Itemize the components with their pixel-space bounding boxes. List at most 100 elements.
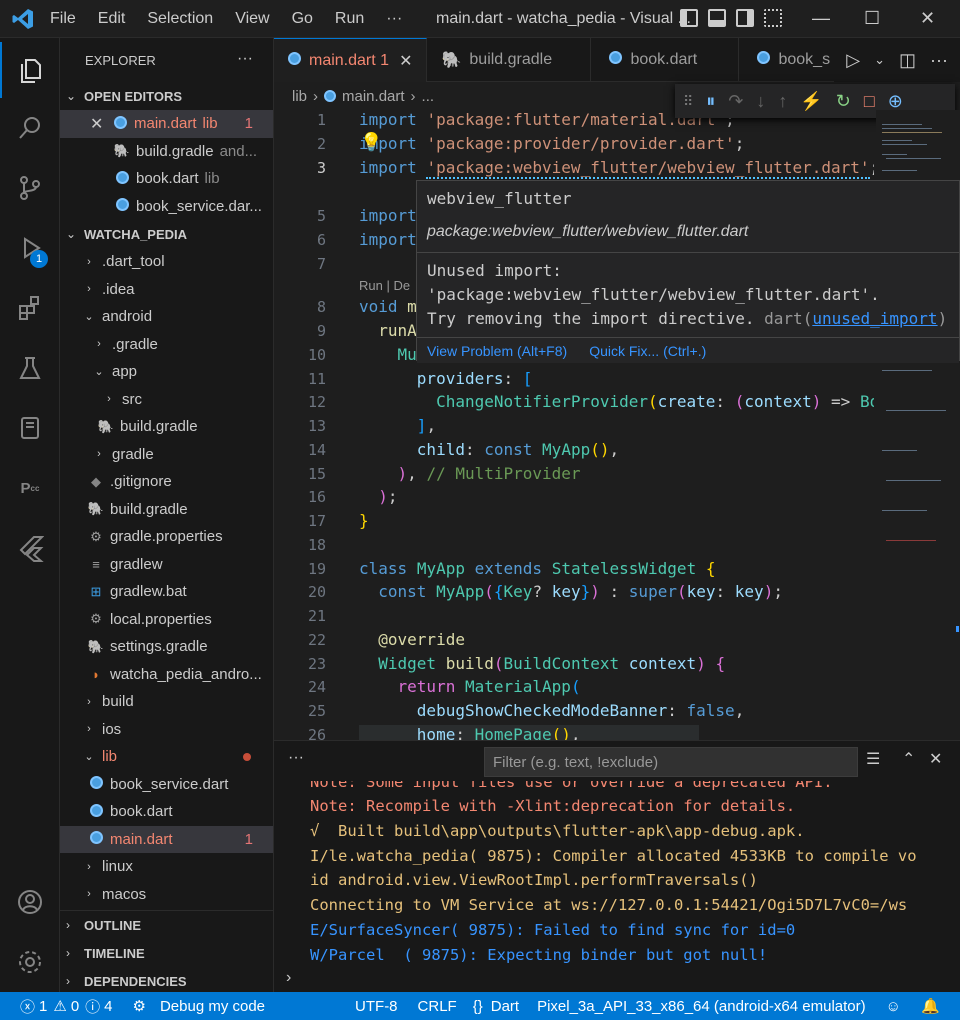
error-icon[interactable]: ⓧ (20, 996, 35, 1017)
tree-item[interactable]: › ios (60, 716, 273, 744)
debug-launch-icon[interactable]: ⚙ (133, 997, 146, 1015)
word-wrap-icon[interactable]: ☰ (866, 749, 880, 769)
toggle-secondary-sidebar-icon[interactable] (736, 9, 754, 27)
run-icon[interactable]: ▷ (846, 50, 860, 71)
menu-selection[interactable]: Selection (147, 10, 213, 28)
language-mode[interactable]: Dart (491, 998, 519, 1015)
panel-more-icon[interactable]: ··· (288, 749, 304, 767)
tree-item[interactable]: › .gradle (60, 331, 273, 359)
open-editor-build-gradle[interactable]: 🐘 build.gradle and... (60, 138, 273, 166)
more-actions-icon[interactable]: ··· (930, 50, 948, 71)
tree-item[interactable]: ◗ watcha_pedia_andro... (60, 661, 273, 689)
toggle-sidebar-icon[interactable] (680, 9, 698, 27)
flutter-icon[interactable] (0, 520, 60, 576)
source-control-icon[interactable] (0, 160, 60, 216)
timeline-section[interactable]: › TIMELINE (60, 939, 273, 967)
tree-item[interactable]: › macos (60, 881, 273, 909)
error-count[interactable]: 1 (39, 998, 47, 1015)
menu-view[interactable]: View (235, 10, 269, 28)
unused-import-link[interactable]: unused_import (812, 309, 937, 328)
tab-build-gradle[interactable]: 🐘 build.gradle (427, 38, 592, 82)
testing-icon[interactable] (0, 340, 60, 396)
close-panel-icon[interactable]: ✕ (929, 749, 942, 769)
tree-item[interactable]: book.dart (60, 798, 273, 826)
menu-file[interactable]: File (50, 10, 76, 28)
tree-item[interactable]: 🐘 build.gradle (60, 496, 273, 524)
open-editors-section[interactable]: ⌄ OPEN EDITORS (60, 82, 273, 110)
tab-main-dart[interactable]: main.dart 1 ✕ (274, 38, 428, 82)
outline-section[interactable]: › OUTLINE (60, 911, 273, 939)
minimize-icon[interactable]: — (812, 8, 830, 29)
encoding[interactable]: UTF-8 (355, 998, 398, 1015)
restart-icon[interactable]: ↻ (836, 91, 851, 112)
close-editor-icon[interactable]: ✕ (90, 114, 110, 134)
tree-item[interactable]: ⌄ lib (60, 743, 273, 771)
tree-item[interactable]: ⌄ android (60, 303, 273, 331)
customize-layout-icon[interactable] (764, 9, 782, 27)
tree-item[interactable]: ⊞ gradlew.bat (60, 578, 273, 606)
tree-item[interactable]: ⚙ local.properties (60, 606, 273, 634)
open-editor-book-dart[interactable]: book.dart lib (60, 165, 273, 193)
info-icon[interactable]: ⓘ (85, 996, 100, 1017)
split-editor-icon[interactable]: ◫ (899, 50, 916, 71)
remote-explorer-icon[interactable] (0, 400, 60, 456)
tree-item[interactable]: › build (60, 688, 273, 716)
pubspec-assist-icon[interactable]: Pcc (0, 460, 60, 516)
open-editor-main-dart[interactable]: ✕ main.dart lib 1 (60, 110, 273, 138)
codelens-run[interactable]: Run | De (359, 278, 410, 293)
info-count[interactable]: 4 (104, 998, 112, 1015)
settings-gear-icon[interactable] (0, 934, 60, 990)
maximize-icon[interactable]: ☐ (864, 8, 880, 29)
menu-more[interactable]: ··· (386, 10, 402, 28)
tree-item[interactable]: › gradle (60, 441, 273, 469)
open-editor-book-service[interactable]: book_service.dar... (60, 193, 273, 221)
debug-config[interactable]: Debug my code (160, 998, 265, 1015)
menu-edit[interactable]: Edit (98, 10, 126, 28)
tree-item[interactable]: › .dart_tool (60, 248, 273, 276)
explorer-icon[interactable] (0, 42, 60, 98)
pause-icon[interactable]: ⏸ (706, 91, 715, 112)
explorer-more-icon[interactable]: ··· (237, 50, 253, 68)
breadcrumb-symbol[interactable]: ... (422, 88, 435, 105)
tree-item[interactable]: › .idea (60, 276, 273, 304)
console-prompt-icon[interactable]: › (286, 969, 291, 987)
menu-run[interactable]: Run (335, 10, 364, 28)
chevron-up-icon[interactable]: ⌃ (902, 749, 915, 769)
tree-item[interactable]: ⚙ gradle.properties (60, 523, 273, 551)
tree-item[interactable]: ◆ .gitignore (60, 468, 273, 496)
project-section[interactable]: ⌄ WATCHA_PEDIA (60, 220, 273, 248)
tab-book-service[interactable]: book_s (739, 38, 846, 82)
hot-reload-icon[interactable]: ⚡ (800, 91, 822, 112)
step-out-icon[interactable]: ↑ (778, 91, 787, 112)
menu-go[interactable]: Go (292, 10, 313, 28)
tab-book-dart[interactable]: book.dart (591, 38, 740, 82)
end-of-line[interactable]: CRLF (418, 998, 457, 1015)
quick-fix-link[interactable]: Quick Fix... (Ctrl+.) (589, 343, 706, 359)
run-dropdown-chevron-icon[interactable]: ⌄ (874, 52, 885, 68)
devtools-search-icon[interactable]: ⊕ (888, 91, 903, 112)
warning-icon[interactable]: ⚠ (53, 997, 66, 1015)
feedback-icon[interactable]: ☺ (886, 998, 901, 1015)
warning-count[interactable]: 0 (71, 998, 79, 1015)
dependencies-section[interactable]: › DEPENDENCIES (60, 967, 273, 992)
search-icon[interactable] (0, 100, 60, 156)
step-into-icon[interactable]: ↓ (756, 91, 765, 112)
tree-item[interactable]: › src (60, 386, 273, 414)
notifications-bell-icon[interactable]: 🔔 (921, 997, 940, 1015)
tree-item[interactable]: › linux (60, 853, 273, 881)
lightbulb-icon[interactable]: 💡 (360, 132, 382, 153)
close-tab-icon[interactable]: ✕ (399, 51, 412, 71)
tree-item[interactable]: ≡ gradlew (60, 551, 273, 579)
tree-item[interactable]: 🐘 build.gradle (60, 413, 273, 441)
breadcrumb-folder[interactable]: lib (292, 88, 307, 105)
tree-item[interactable]: ⌄ app (60, 358, 273, 386)
device-selector[interactable]: Pixel_3a_API_33_x86_64 (android-x64 emul… (537, 998, 866, 1015)
tree-item[interactable]: 🐘 settings.gradle (60, 633, 273, 661)
tree-item[interactable]: main.dart 1 (60, 825, 273, 853)
filter-input[interactable]: Filter (e.g. text, !exclude) (484, 747, 858, 777)
close-window-icon[interactable]: ✕ (920, 8, 935, 29)
breadcrumb-file[interactable]: main.dart (342, 88, 405, 105)
run-debug-icon[interactable]: 1 (0, 220, 60, 276)
toggle-panel-icon[interactable] (708, 9, 726, 27)
step-over-icon[interactable]: ↷ (728, 91, 743, 112)
